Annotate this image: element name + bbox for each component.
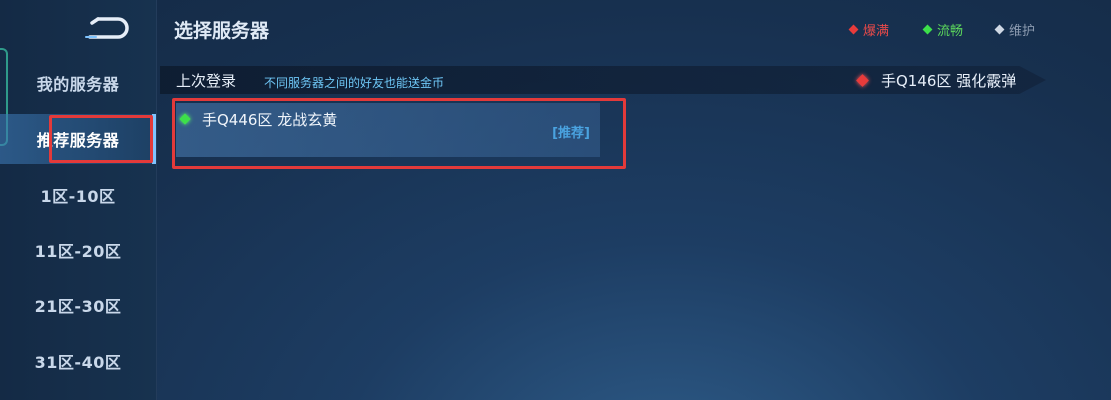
sidebar-item-label: 31区-40区 xyxy=(34,353,122,372)
sidebar-item-zone-1-10[interactable]: 1区-10区 xyxy=(0,172,156,218)
legend-maintenance: 维护 xyxy=(994,20,1036,39)
last-login-note: 不同服务器之间的好友也能送金币 xyxy=(264,76,445,90)
sidebar-item-my-servers[interactable]: 我的服务器 xyxy=(0,60,156,106)
legend-smooth: 流畅 xyxy=(922,20,964,39)
page-title: 选择服务器 xyxy=(174,20,270,42)
highlight-box-sidebar xyxy=(49,115,153,163)
back-arrow-icon xyxy=(85,17,129,39)
full-status-icon xyxy=(856,74,869,87)
legend-label: 维护 xyxy=(1009,24,1036,39)
last-login-server-name: 手Q146区 强化霰弹 xyxy=(881,72,1017,90)
smooth-status-icon xyxy=(922,24,933,35)
maintenance-status-icon xyxy=(994,24,1005,35)
sidebar-item-zone-11-20[interactable]: 11区-20区 xyxy=(0,227,156,273)
sidebar-item-zone-31-40[interactable]: 31区-40区 xyxy=(0,338,156,384)
highlight-box-server xyxy=(172,98,626,169)
sidebar-item-zone-21-30[interactable]: 21区-30区 xyxy=(0,282,156,328)
full-status-icon xyxy=(848,24,859,35)
legend-full: 爆满 xyxy=(848,20,890,39)
legend-label: 爆满 xyxy=(863,24,890,39)
legend-label: 流畅 xyxy=(937,24,964,39)
last-login-label: 上次登录 xyxy=(176,72,237,90)
last-login-server[interactable]: 手Q146区 强化霰弹 xyxy=(856,70,1017,91)
sidebar-item-label: 我的服务器 xyxy=(36,75,120,94)
sidebar-item-label: 1区-10区 xyxy=(40,187,116,206)
sidebar-item-label: 21区-30区 xyxy=(34,297,122,316)
back-button[interactable] xyxy=(78,14,134,42)
sidebar-item-label: 11区-20区 xyxy=(34,242,122,261)
server-category-sidebar: 我的服务器 推荐服务器 1区-10区 11区-20区 21区-30区 31区-4… xyxy=(0,0,157,400)
